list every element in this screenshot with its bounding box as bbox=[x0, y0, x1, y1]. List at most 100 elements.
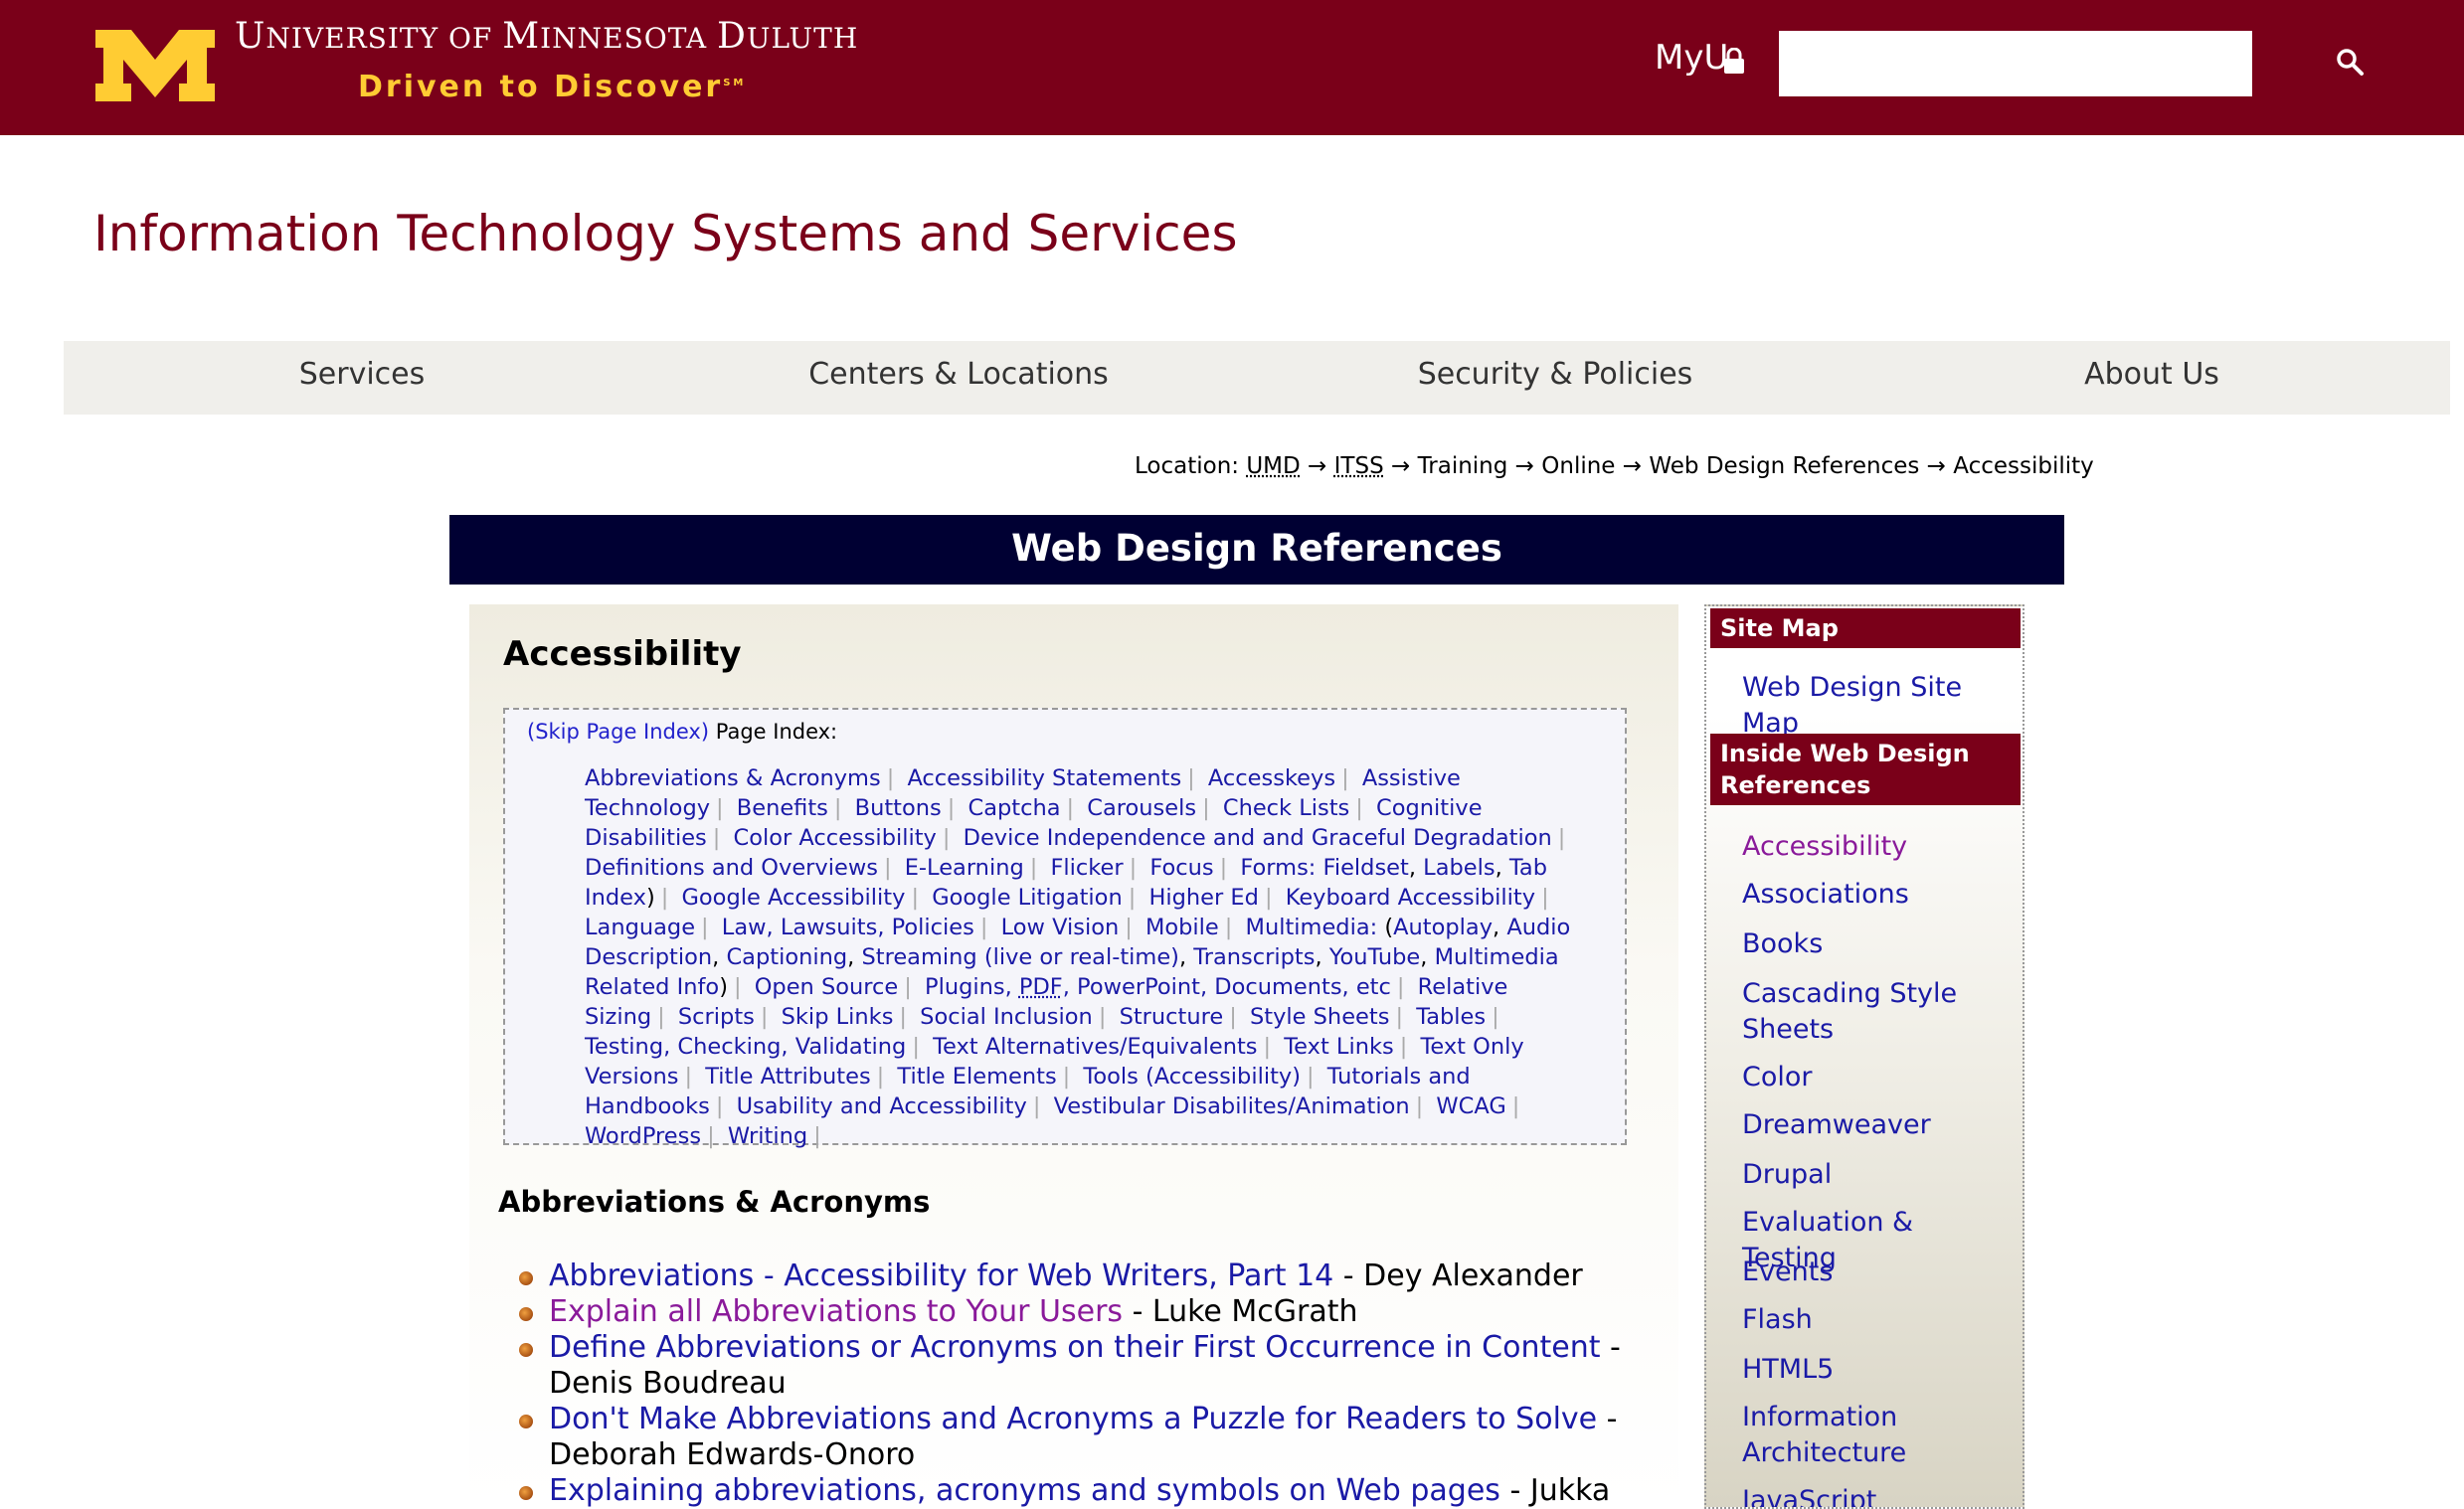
reference-list: Abbreviations - Accessibility for Web Wr… bbox=[519, 1258, 1653, 1509]
index-link[interactable]: Text Alternatives/Equivalents bbox=[933, 1034, 1257, 1060]
breadcrumb-item[interactable]: Training bbox=[1418, 453, 1508, 479]
skip-page-index-link[interactable]: (Skip Page Index) bbox=[527, 720, 709, 744]
sidebar-link-books[interactable]: Books bbox=[1742, 926, 2011, 962]
index-link[interactable]: Plugins, PDF, PowerPoint, Documents, etc bbox=[925, 974, 1391, 1000]
breadcrumb-separator: → bbox=[1622, 453, 1643, 479]
sidebar-link-dreamweaver[interactable]: Dreamweaver bbox=[1742, 1107, 2011, 1143]
block-m-logo-icon[interactable] bbox=[95, 30, 215, 101]
index-link[interactable]: Forms: bbox=[1240, 855, 1316, 881]
section-banner: Web Design References bbox=[449, 515, 2064, 585]
index-link[interactable]: Multimedia: bbox=[1246, 915, 1378, 940]
index-link[interactable]: Higher Ed bbox=[1148, 885, 1258, 911]
university-name[interactable]: UNIVERSITY OF MINNESOTA DULUTH bbox=[235, 16, 858, 57]
index-link[interactable]: Skip Links bbox=[782, 1004, 894, 1030]
reference-link[interactable]: Define Abbreviations or Acronyms on thei… bbox=[549, 1330, 1600, 1365]
breadcrumb-current: Accessibility bbox=[1953, 453, 2094, 479]
nav-item-security-policies[interactable]: Security & Policies bbox=[1418, 357, 1693, 392]
index-link[interactable]: Captcha bbox=[968, 795, 1061, 821]
index-link[interactable]: Streaming (live or real-time) bbox=[861, 944, 1178, 970]
sidebar-link-site-map[interactable]: Web Design Site Map bbox=[1742, 670, 2011, 742]
breadcrumb-item[interactable]: Online bbox=[1541, 453, 1615, 479]
index-link[interactable]: Fieldset bbox=[1323, 855, 1409, 881]
page-index-links: Abbreviations & Acronyms | Accessibility … bbox=[585, 765, 1571, 1149]
index-link[interactable]: Mobile bbox=[1145, 915, 1219, 940]
index-link[interactable]: Accessibility Statements bbox=[907, 765, 1181, 791]
reference-link[interactable]: Explain all Abbreviations to Your Users bbox=[549, 1294, 1123, 1329]
sidebar-link-javascript[interactable]: JavaScript bbox=[1742, 1483, 2011, 1507]
search-input[interactable] bbox=[1779, 31, 2252, 96]
index-link[interactable]: Definitions and Overviews bbox=[585, 855, 878, 881]
index-link[interactable]: Flicker bbox=[1050, 855, 1123, 881]
index-link[interactable]: Benefits bbox=[737, 795, 828, 821]
index-link[interactable]: Tables bbox=[1416, 1004, 1486, 1030]
reference-link[interactable]: Abbreviations - Accessibility for Web Wr… bbox=[549, 1258, 1333, 1293]
index-link[interactable]: Captioning bbox=[726, 944, 847, 970]
sidebar-link-html5[interactable]: HTML5 bbox=[1742, 1352, 2011, 1388]
index-link[interactable]: Buttons bbox=[855, 795, 942, 821]
breadcrumb-item[interactable]: UMD bbox=[1246, 453, 1300, 479]
lock-icon[interactable] bbox=[1723, 48, 1745, 74]
sidebar-link-flash[interactable]: Flash bbox=[1742, 1302, 2011, 1338]
index-link[interactable]: Open Source bbox=[755, 974, 899, 1000]
breadcrumb-separator: → bbox=[1926, 453, 1946, 479]
index-link[interactable]: Testing, Checking, Validating bbox=[585, 1034, 906, 1060]
myu-link[interactable]: MyU bbox=[1655, 38, 1728, 78]
index-link[interactable]: Labels bbox=[1423, 855, 1495, 881]
index-link[interactable]: Writing bbox=[728, 1123, 807, 1149]
index-link[interactable]: Transcripts bbox=[1193, 944, 1315, 970]
sidebar-link-events[interactable]: Events bbox=[1742, 1255, 2011, 1290]
index-link[interactable]: Structure bbox=[1120, 1004, 1224, 1030]
site-title[interactable]: Information Technology Systems and Servi… bbox=[93, 205, 1238, 262]
index-link[interactable]: Google Accessibility bbox=[681, 885, 905, 911]
skip-index-row: (Skip Page Index) Page Index: bbox=[527, 720, 837, 744]
sidebar-link-css[interactable]: Cascading Style Sheets bbox=[1742, 976, 2011, 1048]
index-link[interactable]: YouTube bbox=[1329, 944, 1421, 970]
index-link[interactable]: WCAG bbox=[1436, 1093, 1505, 1119]
index-link[interactable]: Carousels bbox=[1087, 795, 1196, 821]
index-link[interactable]: Scripts bbox=[678, 1004, 755, 1030]
list-item: Abbreviations - Accessibility for Web Wr… bbox=[519, 1258, 1653, 1294]
index-link[interactable]: Keyboard Accessibility bbox=[1286, 885, 1535, 911]
breadcrumb-item[interactable]: ITSS bbox=[1334, 453, 1384, 479]
sidebar-link-information-architecture[interactable]: Information Architecture bbox=[1742, 1400, 2011, 1471]
reference-link[interactable]: Don't Make Abbreviations and Acronyms a … bbox=[549, 1402, 1597, 1436]
index-link[interactable]: Low Vision bbox=[1001, 915, 1120, 940]
breadcrumb-separator: → bbox=[1514, 453, 1534, 479]
index-link[interactable]: Text Links bbox=[1284, 1034, 1393, 1060]
list-item: Don't Make Abbreviations and Acronyms a … bbox=[519, 1402, 1653, 1473]
index-link[interactable]: WordPress bbox=[585, 1123, 701, 1149]
sidebar-link-color[interactable]: Color bbox=[1742, 1060, 2011, 1095]
nav-item-services[interactable]: Services bbox=[299, 357, 426, 392]
sidebar-link-associations[interactable]: Associations bbox=[1742, 877, 2011, 913]
university-header: UNIVERSITY OF MINNESOTA DULUTH Driven to… bbox=[0, 0, 2464, 135]
reference-author: - Luke McGrath bbox=[1123, 1294, 1358, 1329]
index-link[interactable]: Title Elements bbox=[897, 1064, 1056, 1090]
index-link[interactable]: Language bbox=[585, 915, 695, 940]
index-link[interactable]: Vestibular Disabilites/Animation bbox=[1054, 1093, 1410, 1119]
page-index: (Skip Page Index) Page Index: Abbreviati… bbox=[503, 708, 1627, 1149]
nav-item-about-us[interactable]: About Us bbox=[2084, 357, 2219, 392]
index-link[interactable]: Law, Lawsuits, Policies bbox=[722, 915, 974, 940]
index-link[interactable]: Social Inclusion bbox=[920, 1004, 1093, 1030]
index-link[interactable]: Autoplay bbox=[1393, 915, 1493, 940]
breadcrumb-item[interactable]: Web Design References bbox=[1649, 453, 1919, 479]
sidebar-link-accessibility[interactable]: Accessibility bbox=[1742, 829, 2011, 865]
search-icon[interactable] bbox=[2333, 45, 2369, 81]
index-link[interactable]: Accesskeys bbox=[1208, 765, 1335, 791]
index-link[interactable]: Google Litigation bbox=[932, 885, 1123, 911]
page-index-label: Page Index: bbox=[715, 720, 838, 744]
nav-item-centers-locations[interactable]: Centers & Locations bbox=[808, 357, 1109, 392]
index-link[interactable]: Device Independence and and Graceful Deg… bbox=[964, 825, 1552, 851]
index-link[interactable]: Check Lists bbox=[1223, 795, 1349, 821]
index-link[interactable]: Tools (Accessibility) bbox=[1083, 1064, 1301, 1090]
list-item: Explaining abbreviations, acronyms and s… bbox=[519, 1473, 1653, 1509]
index-link[interactable]: Abbreviations & Acronyms bbox=[585, 765, 881, 791]
sidebar-link-drupal[interactable]: Drupal bbox=[1742, 1157, 2011, 1193]
index-link[interactable]: Style Sheets bbox=[1250, 1004, 1389, 1030]
index-link[interactable]: Usability and Accessibility bbox=[737, 1093, 1027, 1119]
index-link[interactable]: Title Attributes bbox=[705, 1064, 870, 1090]
index-link[interactable]: Focus bbox=[1149, 855, 1213, 881]
index-link[interactable]: Color Accessibility bbox=[734, 825, 937, 851]
index-link[interactable]: E-Learning bbox=[905, 855, 1024, 881]
reference-link[interactable]: Explaining abbreviations, acronyms and s… bbox=[549, 1473, 1500, 1508]
